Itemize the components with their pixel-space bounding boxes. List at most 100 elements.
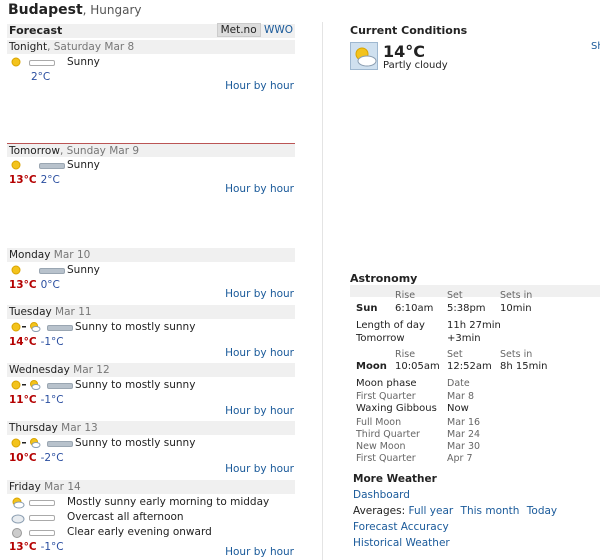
- low-temp: 2°C: [31, 71, 51, 83]
- hour-by-hour-link[interactable]: Hour by hour: [225, 463, 294, 475]
- high-temp: 10°C: [9, 452, 37, 464]
- moon-phase-date: Mar 16: [447, 417, 481, 428]
- show-more-link[interactable]: Sh: [591, 41, 600, 52]
- length-of-day-label: Length of day: [356, 320, 425, 331]
- wind-bar: [47, 325, 73, 331]
- day-date: Mar 12: [69, 364, 110, 376]
- day-name: Wednesday: [9, 364, 70, 376]
- condition-text: Sunny to mostly sunny: [75, 379, 196, 391]
- condition-row: Overcast all afternoon: [7, 511, 295, 524]
- moon-date-label: Date: [447, 378, 470, 389]
- moon-phase-name: New Moon: [356, 441, 406, 452]
- wind-bar: [29, 60, 55, 66]
- condition-row: Mostly sunny early morning to midday: [7, 496, 295, 509]
- length-of-day-value: 11h 27min: [447, 320, 501, 331]
- moon-phase-date: Mar 24: [447, 429, 481, 440]
- condition-row: Sunny to mostly sunny: [7, 321, 295, 334]
- low-temp: -2°C: [40, 452, 64, 464]
- partly-cloudy-icon: [11, 497, 25, 512]
- sun-sets-in: 10min: [500, 303, 532, 314]
- wind-bar: [29, 500, 55, 506]
- day-header: Tomorrow, Sunday Mar 9: [7, 143, 295, 157]
- condition-text: Sunny: [67, 264, 100, 276]
- day-header: Friday Mar 14: [7, 480, 295, 494]
- condition-row: Sunny: [7, 56, 295, 69]
- condition-text: Sunny: [67, 56, 100, 68]
- hour-by-hour-link[interactable]: Hour by hour: [225, 80, 294, 92]
- tomorrow-label: Tomorrow: [356, 333, 405, 344]
- more-weather-title: More Weather: [353, 473, 437, 485]
- hour-by-hour-link[interactable]: Hour by hour: [225, 546, 294, 558]
- day-date: , Saturday Mar 8: [47, 41, 135, 53]
- forecast-day: Monday Mar 10 Sunny 13°C 0°C Hour by hour: [7, 248, 295, 300]
- forecast-day: Wednesday Mar 12 Sunny to mostly sunny 11°…: [7, 363, 295, 417]
- high-temp: 11°C: [9, 394, 37, 406]
- moonrise-time: 10:05am: [395, 361, 440, 372]
- sunset-time: 5:38pm: [447, 303, 486, 314]
- forecast-day: Tuesday Mar 11 Sunny to mostly sunny 14°C -…: [7, 305, 295, 359]
- condition-row: Clear early evening onward: [7, 526, 295, 539]
- day-name: Tuesday: [9, 306, 52, 318]
- astronomy-title: Astronomy: [350, 272, 418, 285]
- hour-by-hour-link[interactable]: Hour by hour: [225, 347, 294, 359]
- source-metno-tab[interactable]: Met.no: [216, 23, 261, 37]
- moon-set-header: Set: [447, 349, 463, 360]
- forecast-accuracy-link[interactable]: Forecast Accuracy: [353, 521, 449, 533]
- day-name: Tomorrow: [9, 145, 60, 157]
- condition-text: Clear early evening onward: [67, 526, 212, 538]
- sunrise-time: 6:10am: [395, 303, 434, 314]
- high-temp: 14°C: [9, 336, 37, 348]
- current-desc: Partly cloudy: [383, 60, 448, 71]
- low-temp: 2°C: [40, 174, 60, 186]
- day-date: , Sunday Mar 9: [59, 145, 140, 157]
- day-header: Tonight, Saturday Mar 8: [7, 40, 295, 54]
- historical-weather-link[interactable]: Historical Weather: [353, 537, 450, 549]
- forecast-sources: Met.no WWO: [216, 23, 293, 37]
- day-header: Tuesday Mar 11: [7, 305, 295, 319]
- partly-cloudy-icon: [350, 42, 378, 70]
- moon-phase-name: First Quarter: [356, 391, 416, 402]
- tomorrow-value: +3min: [447, 333, 481, 344]
- condition-row: Sunny to mostly sunny: [7, 437, 295, 450]
- day-header: Thursday Mar 13: [7, 421, 295, 435]
- moon-phase-name: Third Quarter: [356, 429, 420, 440]
- hour-by-hour-link[interactable]: Hour by hour: [225, 183, 294, 195]
- sun-setsin-header: Sets in: [500, 290, 533, 301]
- moon-phase-date: Now: [447, 403, 469, 414]
- hour-by-hour-link[interactable]: Hour by hour: [225, 405, 294, 417]
- dashboard-link[interactable]: Dashboard: [353, 489, 410, 501]
- averages-label: Averages:: [353, 505, 406, 517]
- hour-by-hour-link[interactable]: Hour by hour: [225, 288, 294, 300]
- moon-phase-name: Waxing Gibbous: [356, 403, 437, 414]
- current-temp: 14°C: [383, 42, 426, 61]
- high-temp: 13°C: [9, 279, 37, 291]
- city-name: Budapest: [8, 2, 83, 18]
- day-name: Thursday: [9, 422, 58, 434]
- wind-bar: [47, 383, 73, 389]
- forecast-panel: Forecast Met.no WWO: [7, 23, 295, 38]
- condition-row: Sunny: [7, 159, 295, 172]
- condition-text: Sunny to mostly sunny: [75, 437, 196, 449]
- day-header: Wednesday Mar 12: [7, 363, 295, 377]
- day-date: Mar 13: [57, 422, 98, 434]
- moon-phase-date: Mar 8: [447, 391, 474, 402]
- forecast-day: Tonight, Saturday Mar 8 Sunny 2°C Hour by h…: [7, 40, 295, 92]
- condition-row: Sunny: [7, 264, 295, 277]
- sun-to-partly-cloudy-icon: [11, 380, 41, 393]
- day-date: Mar 14: [40, 481, 81, 493]
- moon-label: Moon: [356, 361, 387, 372]
- forecast-header: Forecast Met.no WWO: [7, 23, 295, 38]
- today-link[interactable]: Today: [527, 505, 557, 517]
- source-wwo-link[interactable]: WWO: [264, 24, 293, 36]
- sun-icon: [11, 57, 21, 70]
- moon-icon: [11, 527, 23, 542]
- this-month-link[interactable]: This month: [461, 505, 520, 517]
- full-year-link[interactable]: Full year: [408, 505, 453, 517]
- moon-rise-header: Rise: [395, 349, 416, 360]
- forecast-title: Forecast: [9, 24, 63, 37]
- day-date: Mar 10: [50, 249, 91, 261]
- sun-set-header: Set: [447, 290, 463, 301]
- astronomy-divider: [350, 285, 600, 297]
- day-name: Tonight: [9, 41, 48, 53]
- high-temp: 13°C: [9, 541, 37, 553]
